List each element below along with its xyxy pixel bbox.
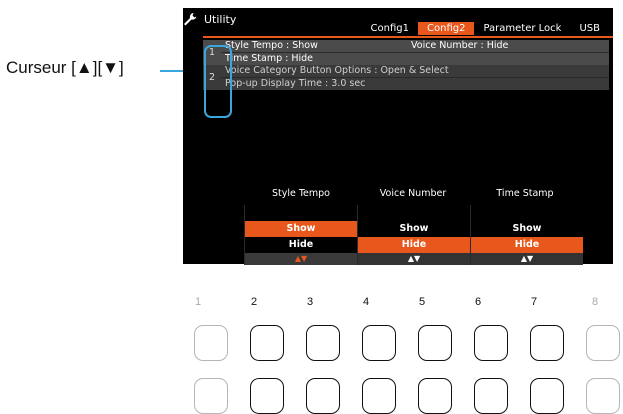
tab-config1[interactable]: Config1 bbox=[362, 22, 418, 35]
button-number-8: 8 bbox=[591, 296, 599, 308]
tab-bar: Config1 Config2 Parameter Lock USB bbox=[362, 22, 609, 35]
parameter-columns: Show Hide ▲▼ Show Hide ▲▼ Show Hide ▲▼ bbox=[244, 205, 583, 265]
upper-button-4[interactable] bbox=[362, 325, 396, 361]
lower-button-3[interactable] bbox=[306, 378, 340, 414]
style-tempo-setting: Style Tempo : Show bbox=[225, 40, 318, 51]
screen-title: Utility bbox=[183, 12, 236, 26]
button-numbers: 1 2 3 4 5 6 7 8 bbox=[180, 296, 617, 312]
option-hide[interactable]: Hide bbox=[471, 237, 583, 253]
up-down-arrows-icon[interactable]: ▲▼ bbox=[471, 253, 583, 265]
lower-button-5[interactable] bbox=[418, 378, 452, 414]
cursor-highlight-ring bbox=[204, 45, 232, 118]
option-hide[interactable]: Hide bbox=[358, 237, 470, 253]
button-number-3: 3 bbox=[306, 296, 314, 308]
voice-number-setting: Voice Number : Hide bbox=[411, 40, 509, 51]
wrench-icon bbox=[184, 13, 197, 26]
cursor-callout-label: Curseur [▲][▼] bbox=[6, 58, 124, 77]
option-show[interactable]: Show bbox=[245, 221, 357, 237]
tab-underline bbox=[203, 36, 613, 38]
upper-button-7[interactable] bbox=[530, 325, 564, 361]
blank-cell bbox=[471, 205, 583, 221]
button-number-5: 5 bbox=[418, 296, 426, 308]
popup-time-setting: Pop-up Display Time : 3.0 sec bbox=[225, 78, 366, 89]
option-show[interactable]: Show bbox=[358, 221, 470, 237]
parameter-headers: Style Tempo Voice Number Time Stamp bbox=[245, 188, 581, 199]
button-number-6: 6 bbox=[474, 296, 482, 308]
screen-title-text: Utility bbox=[204, 12, 237, 26]
list-item-2[interactable]: 2 Voice Category Button Options : Open &… bbox=[203, 65, 609, 90]
upper-button-1[interactable] bbox=[194, 325, 228, 361]
time-stamp-header: Time Stamp bbox=[496, 188, 554, 199]
time-stamp-setting: Time Stamp : Hide bbox=[225, 53, 314, 64]
voice-number-column[interactable]: Show Hide ▲▼ bbox=[357, 205, 470, 265]
option-hide[interactable]: Hide bbox=[245, 237, 357, 253]
up-down-arrows-icon[interactable]: ▲▼ bbox=[358, 253, 470, 265]
style-tempo-column[interactable]: Show Hide ▲▼ bbox=[244, 205, 357, 265]
up-down-arrows-icon[interactable]: ▲▼ bbox=[245, 253, 357, 265]
upper-button-2[interactable] bbox=[250, 325, 284, 361]
upper-button-3[interactable] bbox=[306, 325, 340, 361]
tab-parameter-lock[interactable]: Parameter Lock bbox=[474, 22, 570, 35]
utility-screen: Utility Config1 Config2 Parameter Lock U… bbox=[183, 8, 613, 265]
lower-button-8[interactable] bbox=[586, 378, 620, 414]
lower-button-7[interactable] bbox=[530, 378, 564, 414]
button-number-2: 2 bbox=[250, 296, 258, 308]
lower-button-2[interactable] bbox=[250, 378, 284, 414]
button-number-1: 1 bbox=[194, 296, 202, 308]
upper-button-6[interactable] bbox=[474, 325, 508, 361]
lower-button-6[interactable] bbox=[474, 378, 508, 414]
button-number-7: 7 bbox=[530, 296, 538, 308]
list-item-1[interactable]: 1 Style Tempo : Show Voice Number : Hide… bbox=[203, 40, 609, 65]
voice-number-header: Voice Number bbox=[379, 188, 447, 199]
style-tempo-header: Style Tempo bbox=[271, 188, 330, 199]
blank-cell bbox=[245, 205, 357, 221]
upper-button-5[interactable] bbox=[418, 325, 452, 361]
lower-button-4[interactable] bbox=[362, 378, 396, 414]
settings-list: 1 Style Tempo : Show Voice Number : Hide… bbox=[203, 40, 609, 90]
upper-button-8[interactable] bbox=[586, 325, 620, 361]
button-number-4: 4 bbox=[362, 296, 370, 308]
time-stamp-column[interactable]: Show Hide ▲▼ bbox=[470, 205, 583, 265]
tab-usb[interactable]: USB bbox=[570, 22, 609, 35]
option-show[interactable]: Show bbox=[471, 221, 583, 237]
voice-category-setting: Voice Category Button Options : Open & S… bbox=[225, 65, 449, 76]
tab-config2[interactable]: Config2 bbox=[418, 22, 475, 35]
blank-cell bbox=[358, 205, 470, 221]
lower-button-1[interactable] bbox=[194, 378, 228, 414]
